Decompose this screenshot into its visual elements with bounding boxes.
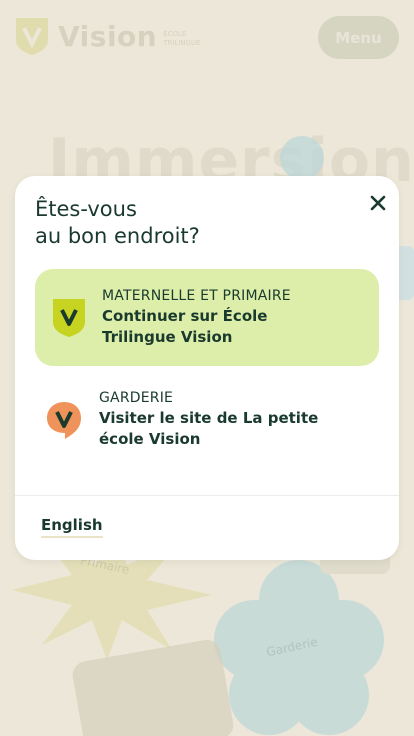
modal-title: Êtes-vous au bon endroit?	[35, 196, 335, 250]
modal-title-line1: Êtes-vous	[35, 197, 137, 221]
option-category: GARDERIE	[99, 390, 174, 406]
modal-title-line2: au bon endroit?	[35, 224, 200, 248]
option-garderie[interactable]: GARDERIE Visiter le site de La petite éc…	[35, 371, 379, 468]
language-switch-link[interactable]: English	[41, 516, 103, 538]
modal-divider	[15, 495, 399, 496]
vision-green-shield-icon	[53, 298, 85, 337]
vision-orange-bubble-icon	[47, 401, 81, 439]
site-selector-modal: Êtes-vous au bon endroit? MATERNELLE ET …	[15, 176, 399, 560]
close-button[interactable]	[367, 192, 389, 214]
option-category: MATERNELLE ET PRIMAIRE	[102, 288, 291, 304]
option-label: Continuer sur École Trilingue Vision	[102, 307, 268, 346]
option-label: Visiter le site de La petite école Visio…	[99, 409, 319, 448]
close-icon	[370, 195, 386, 211]
option-maternelle-primaire[interactable]: MATERNELLE ET PRIMAIRE Continuer sur Éco…	[35, 269, 379, 366]
